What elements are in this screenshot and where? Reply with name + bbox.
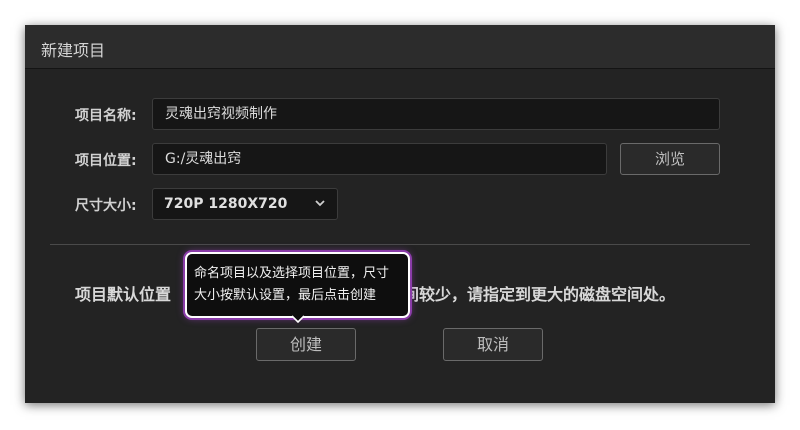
tooltip-pointer: [292, 315, 304, 323]
browse-button[interactable]: 浏览: [620, 143, 720, 175]
size-label: 尺寸大小:: [75, 198, 137, 214]
project-name-input[interactable]: 灵魂出窍视频制作: [152, 98, 720, 130]
tooltip-line-1: 命名项目以及选择项目位置，尺寸: [194, 266, 390, 281]
disk-space-hint: 项目默认位置 空间较少，请指定到更大的磁盘空间处。: [75, 281, 755, 305]
size-select[interactable]: 720P 1280X720: [152, 188, 338, 220]
create-button[interactable]: 创建: [256, 328, 356, 361]
project-name-value: 灵魂出窍视频制作: [165, 106, 277, 122]
instruction-tooltip: 命名项目以及选择项目位置，尺寸 大小按默认设置，最后点击创建: [185, 252, 410, 318]
project-name-label: 项目名称:: [75, 108, 137, 124]
size-select-value: 720P 1280X720: [164, 196, 288, 212]
tooltip-line-2: 大小按默认设置，最后点击创建: [194, 288, 377, 303]
dialog-title: 新建项目: [41, 41, 106, 60]
new-project-dialog: 新建项目 项目名称: 灵魂出窍视频制作 项目位置: G:/灵魂出窍 浏览 尺寸大…: [25, 25, 775, 403]
divider: [50, 244, 750, 245]
project-location-value: G:/灵魂出窍: [165, 151, 242, 167]
chevron-down-icon: [315, 200, 325, 207]
project-location-input[interactable]: G:/灵魂出窍: [152, 143, 607, 175]
hint-suffix: 空间较少，请指定到更大的磁盘空间处。: [387, 285, 676, 304]
title-bar[interactable]: 新建项目: [25, 25, 775, 69]
cancel-button[interactable]: 取消: [443, 328, 543, 361]
hint-prefix: 项目默认位置: [75, 285, 172, 304]
project-location-label: 项目位置:: [75, 153, 137, 169]
